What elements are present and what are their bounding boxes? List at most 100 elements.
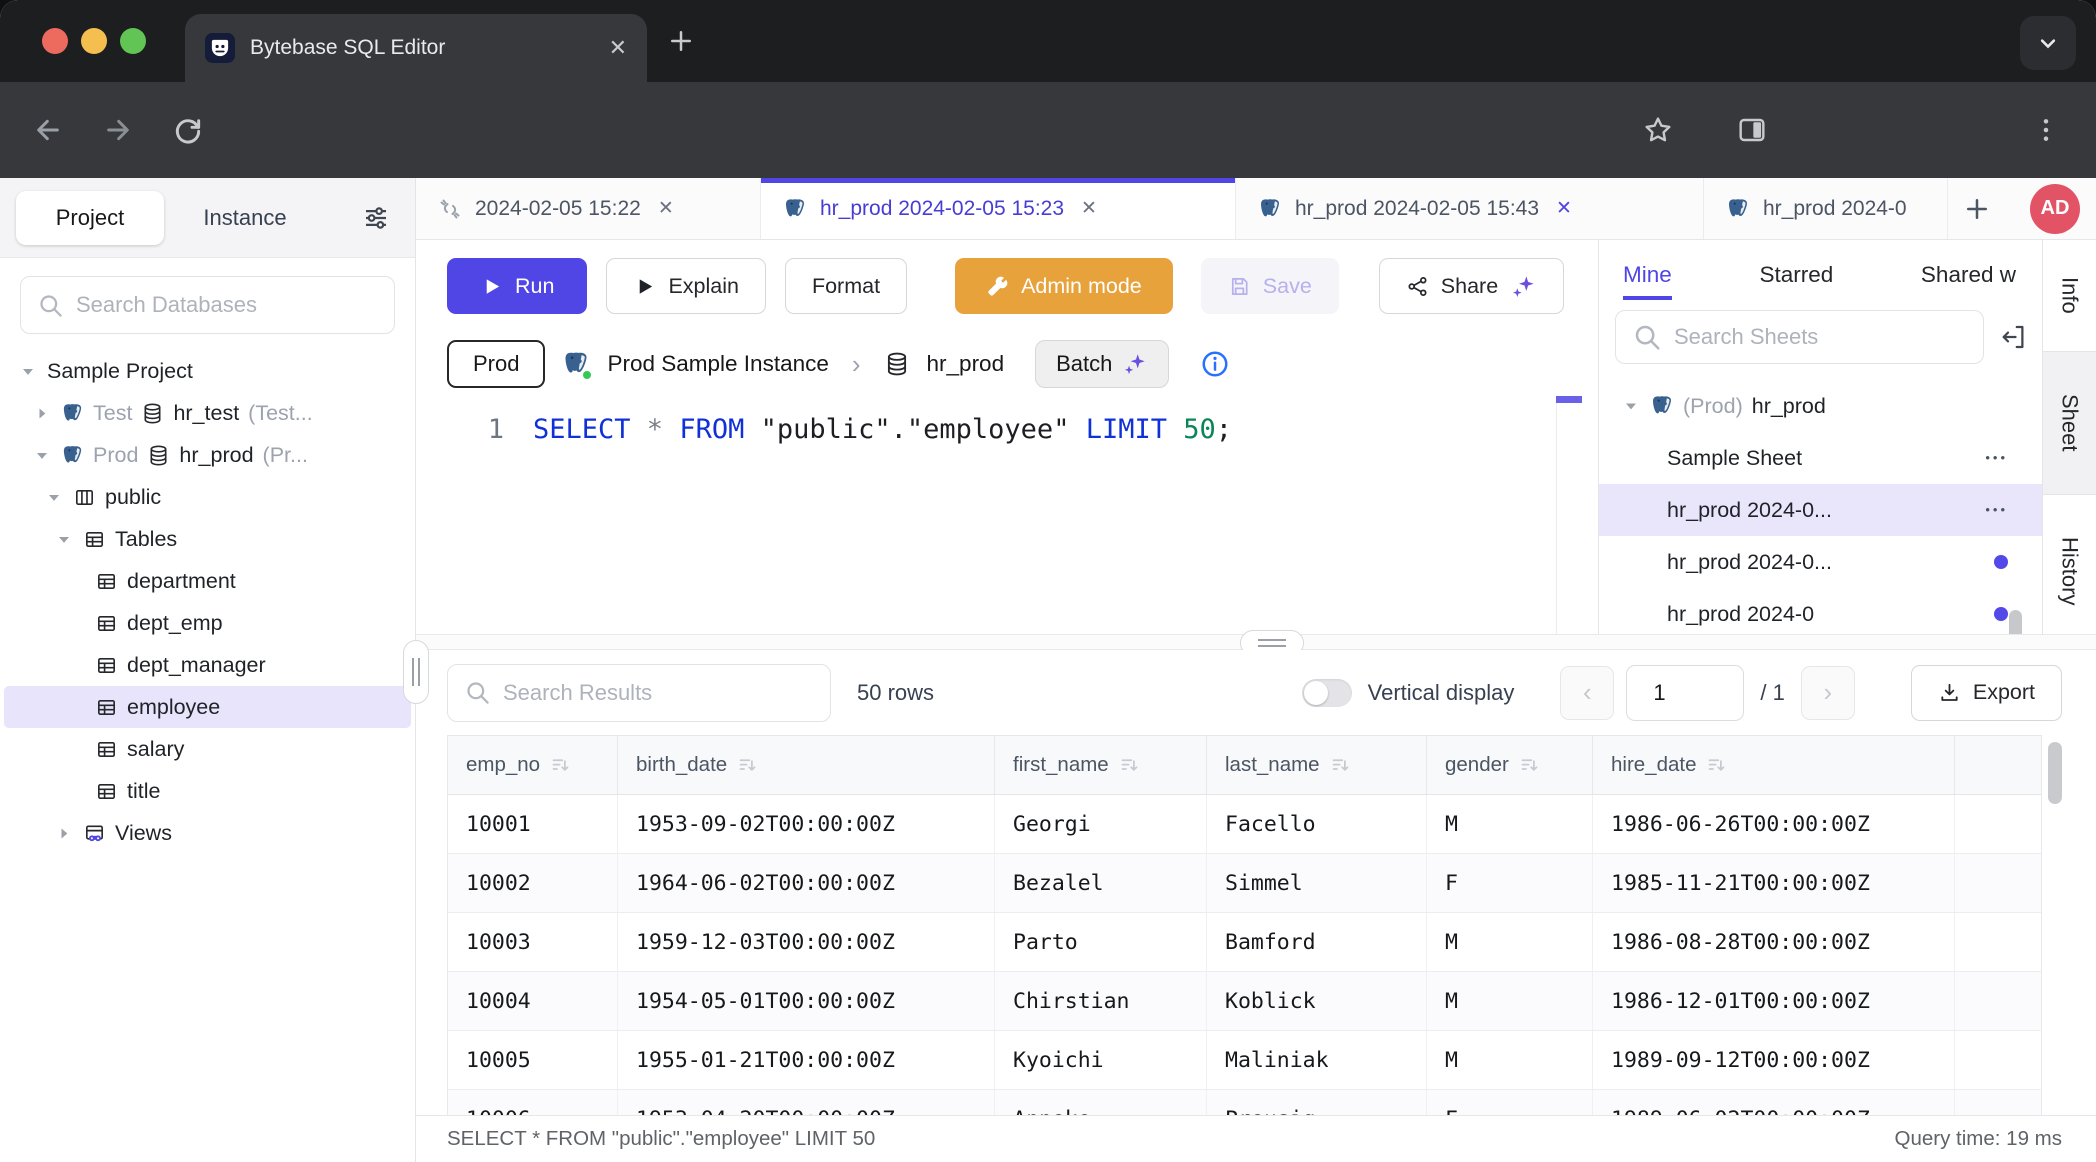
table-row[interactable]: 100061953-04-20T00:00:00ZAnnekePreusigF1… bbox=[448, 1090, 2041, 1115]
sheet-list-scrollbar[interactable] bbox=[2009, 610, 2022, 634]
search-results-input[interactable] bbox=[503, 680, 814, 706]
table-row[interactable]: 100021964-06-02T00:00:00ZBezalelSimmelF1… bbox=[448, 854, 2041, 913]
sheet-item-2[interactable]: hr_prod 2024-0...••• bbox=[1599, 484, 2042, 536]
tab-history[interactable]: History bbox=[2043, 495, 2096, 648]
caret-down-icon[interactable] bbox=[18, 360, 38, 383]
sort-icon[interactable] bbox=[550, 755, 571, 776]
sheet-item-4[interactable]: hr_prod 2024-0 bbox=[1599, 588, 2042, 634]
table-row[interactable]: 100041954-05-01T00:00:00ZChirstianKoblic… bbox=[448, 972, 2041, 1031]
explain-button[interactable]: Explain bbox=[606, 258, 766, 314]
table-row[interactable]: 100051955-01-21T00:00:00ZKyoichiMaliniak… bbox=[448, 1031, 2041, 1090]
tree-item-public[interactable]: public bbox=[4, 476, 411, 518]
caret-right-icon[interactable] bbox=[54, 822, 74, 845]
export-button[interactable]: Export bbox=[1911, 665, 2062, 721]
tree-item-hr_prod[interactable]: Prodhr_prod(Pr... bbox=[4, 434, 411, 476]
tree-item-hr_test[interactable]: Testhr_test(Test... bbox=[4, 392, 411, 434]
page-number-input[interactable] bbox=[1626, 665, 1744, 721]
column-header-hire_date[interactable]: hire_date bbox=[1593, 736, 1955, 794]
column-header-last_name[interactable]: last_name bbox=[1207, 736, 1427, 794]
sheet-item-3[interactable]: hr_prod 2024-0... bbox=[1599, 536, 2042, 588]
tree-item-Views[interactable]: Views bbox=[4, 812, 411, 854]
editor-tab-4[interactable]: hr_prod 2024-0 bbox=[1704, 178, 1948, 239]
tab-starred[interactable]: Starred bbox=[1759, 246, 1833, 300]
forward-button[interactable] bbox=[102, 114, 134, 146]
browser-tab[interactable]: Bytebase SQL Editor ✕ bbox=[185, 14, 647, 82]
tree-item-employee[interactable]: employee bbox=[4, 686, 411, 728]
reload-button[interactable] bbox=[172, 114, 204, 146]
database-name[interactable]: hr_prod bbox=[927, 351, 1005, 377]
editor-tab-3[interactable]: hr_prod 2024-02-05 15:43✕ bbox=[1236, 178, 1704, 239]
save-button[interactable]: Save bbox=[1201, 258, 1339, 314]
format-button[interactable]: Format bbox=[785, 258, 907, 314]
prev-page-button[interactable]: ‹ bbox=[1560, 666, 1614, 720]
tab-info[interactable]: Info bbox=[2043, 240, 2096, 352]
side-panel-icon[interactable] bbox=[1736, 114, 1768, 146]
bookmark-star-icon[interactable] bbox=[1642, 114, 1674, 146]
column-header-emp_no[interactable]: emp_no bbox=[448, 736, 618, 794]
more-menu-icon[interactable]: ••• bbox=[1985, 453, 2008, 463]
search-sheets-input[interactable] bbox=[1674, 324, 1967, 350]
caret-down-icon[interactable] bbox=[1621, 394, 1641, 418]
browser-menu-icon[interactable] bbox=[2030, 114, 2062, 146]
caret-down-icon[interactable] bbox=[44, 486, 64, 509]
tab-instance[interactable]: Instance bbox=[170, 205, 320, 231]
close-tab-icon[interactable]: ✕ bbox=[609, 35, 627, 61]
close-tab-icon[interactable]: ✕ bbox=[1081, 197, 1097, 220]
sheet-item-1[interactable]: Sample Sheet••• bbox=[1599, 432, 2042, 484]
sidebar-splitter-handle[interactable] bbox=[403, 640, 429, 704]
tree-item-dept_manager[interactable]: dept_manager bbox=[4, 644, 411, 686]
collapse-panel-icon[interactable] bbox=[1998, 322, 2028, 352]
sort-icon[interactable] bbox=[737, 755, 758, 776]
minimize-window-button[interactable] bbox=[81, 28, 107, 54]
tree-item-salary[interactable]: salary bbox=[4, 728, 411, 770]
tree-item-department[interactable]: department bbox=[4, 560, 411, 602]
results-scrollbar[interactable] bbox=[2048, 742, 2062, 804]
sheet-group-row[interactable]: (Prod) hr_prod bbox=[1599, 380, 2042, 432]
back-button[interactable] bbox=[32, 114, 64, 146]
share-button[interactable]: Share bbox=[1379, 258, 1564, 314]
database-search[interactable] bbox=[20, 276, 395, 334]
tree-item-dept_emp[interactable]: dept_emp bbox=[4, 602, 411, 644]
column-header-first_name[interactable]: first_name bbox=[995, 736, 1207, 794]
editor-tab-1[interactable]: 2024-02-05 15:22✕ bbox=[416, 178, 761, 239]
close-tab-icon[interactable]: ✕ bbox=[658, 197, 674, 220]
close-window-button[interactable] bbox=[42, 28, 68, 54]
caret-down-icon[interactable] bbox=[54, 528, 74, 551]
column-header-gender[interactable]: gender bbox=[1427, 736, 1593, 794]
run-button[interactable]: Run bbox=[447, 258, 587, 314]
tree-item-Tables[interactable]: Tables bbox=[4, 518, 411, 560]
editor-tab-2[interactable]: hr_prod 2024-02-05 15:23✕ bbox=[761, 178, 1236, 239]
tab-shared[interactable]: Shared w bbox=[1921, 246, 2016, 300]
horizontal-splitter[interactable] bbox=[416, 634, 2096, 650]
table-row[interactable]: 100011953-09-02T00:00:00ZGeorgiFacelloM1… bbox=[448, 795, 2041, 854]
caret-down-icon[interactable] bbox=[32, 444, 52, 467]
vertical-display-toggle[interactable] bbox=[1302, 679, 1352, 707]
filter-settings-icon[interactable] bbox=[361, 203, 391, 233]
more-menu-icon[interactable]: ••• bbox=[1985, 505, 2008, 515]
tab-mine[interactable]: Mine bbox=[1623, 246, 1672, 300]
admin-mode-button[interactable]: Admin mode bbox=[955, 258, 1173, 314]
close-tab-icon[interactable]: ✕ bbox=[1556, 197, 1572, 220]
tab-search-button[interactable] bbox=[2020, 16, 2076, 70]
batch-button[interactable]: Batch bbox=[1035, 340, 1169, 388]
sort-icon[interactable] bbox=[1706, 755, 1727, 776]
maximize-window-button[interactable] bbox=[120, 28, 146, 54]
next-page-button[interactable]: › bbox=[1801, 666, 1855, 720]
sort-icon[interactable] bbox=[1119, 755, 1140, 776]
sort-icon[interactable] bbox=[1330, 755, 1351, 776]
caret-right-icon[interactable] bbox=[32, 402, 52, 425]
results-search[interactable] bbox=[447, 664, 831, 722]
search-databases-input[interactable] bbox=[76, 292, 378, 318]
info-icon[interactable] bbox=[1200, 349, 1230, 379]
tab-project[interactable]: Project bbox=[16, 191, 164, 245]
sheet-search[interactable] bbox=[1615, 310, 1984, 364]
sort-icon[interactable] bbox=[1519, 755, 1540, 776]
new-sheet-button[interactable] bbox=[1962, 194, 1992, 224]
tree-item-title[interactable]: title bbox=[4, 770, 411, 812]
sql-editor[interactable]: 1 SELECT * FROM "public"."employee" LIMI… bbox=[416, 396, 1598, 634]
instance-name[interactable]: Prod Sample Instance bbox=[607, 351, 828, 377]
table-row[interactable]: 100031959-12-03T00:00:00ZPartoBamfordM19… bbox=[448, 913, 2041, 972]
avatar[interactable]: AD bbox=[2030, 184, 2080, 234]
column-header-birth_date[interactable]: birth_date bbox=[618, 736, 995, 794]
tab-sheet[interactable]: Sheet bbox=[2043, 352, 2096, 495]
